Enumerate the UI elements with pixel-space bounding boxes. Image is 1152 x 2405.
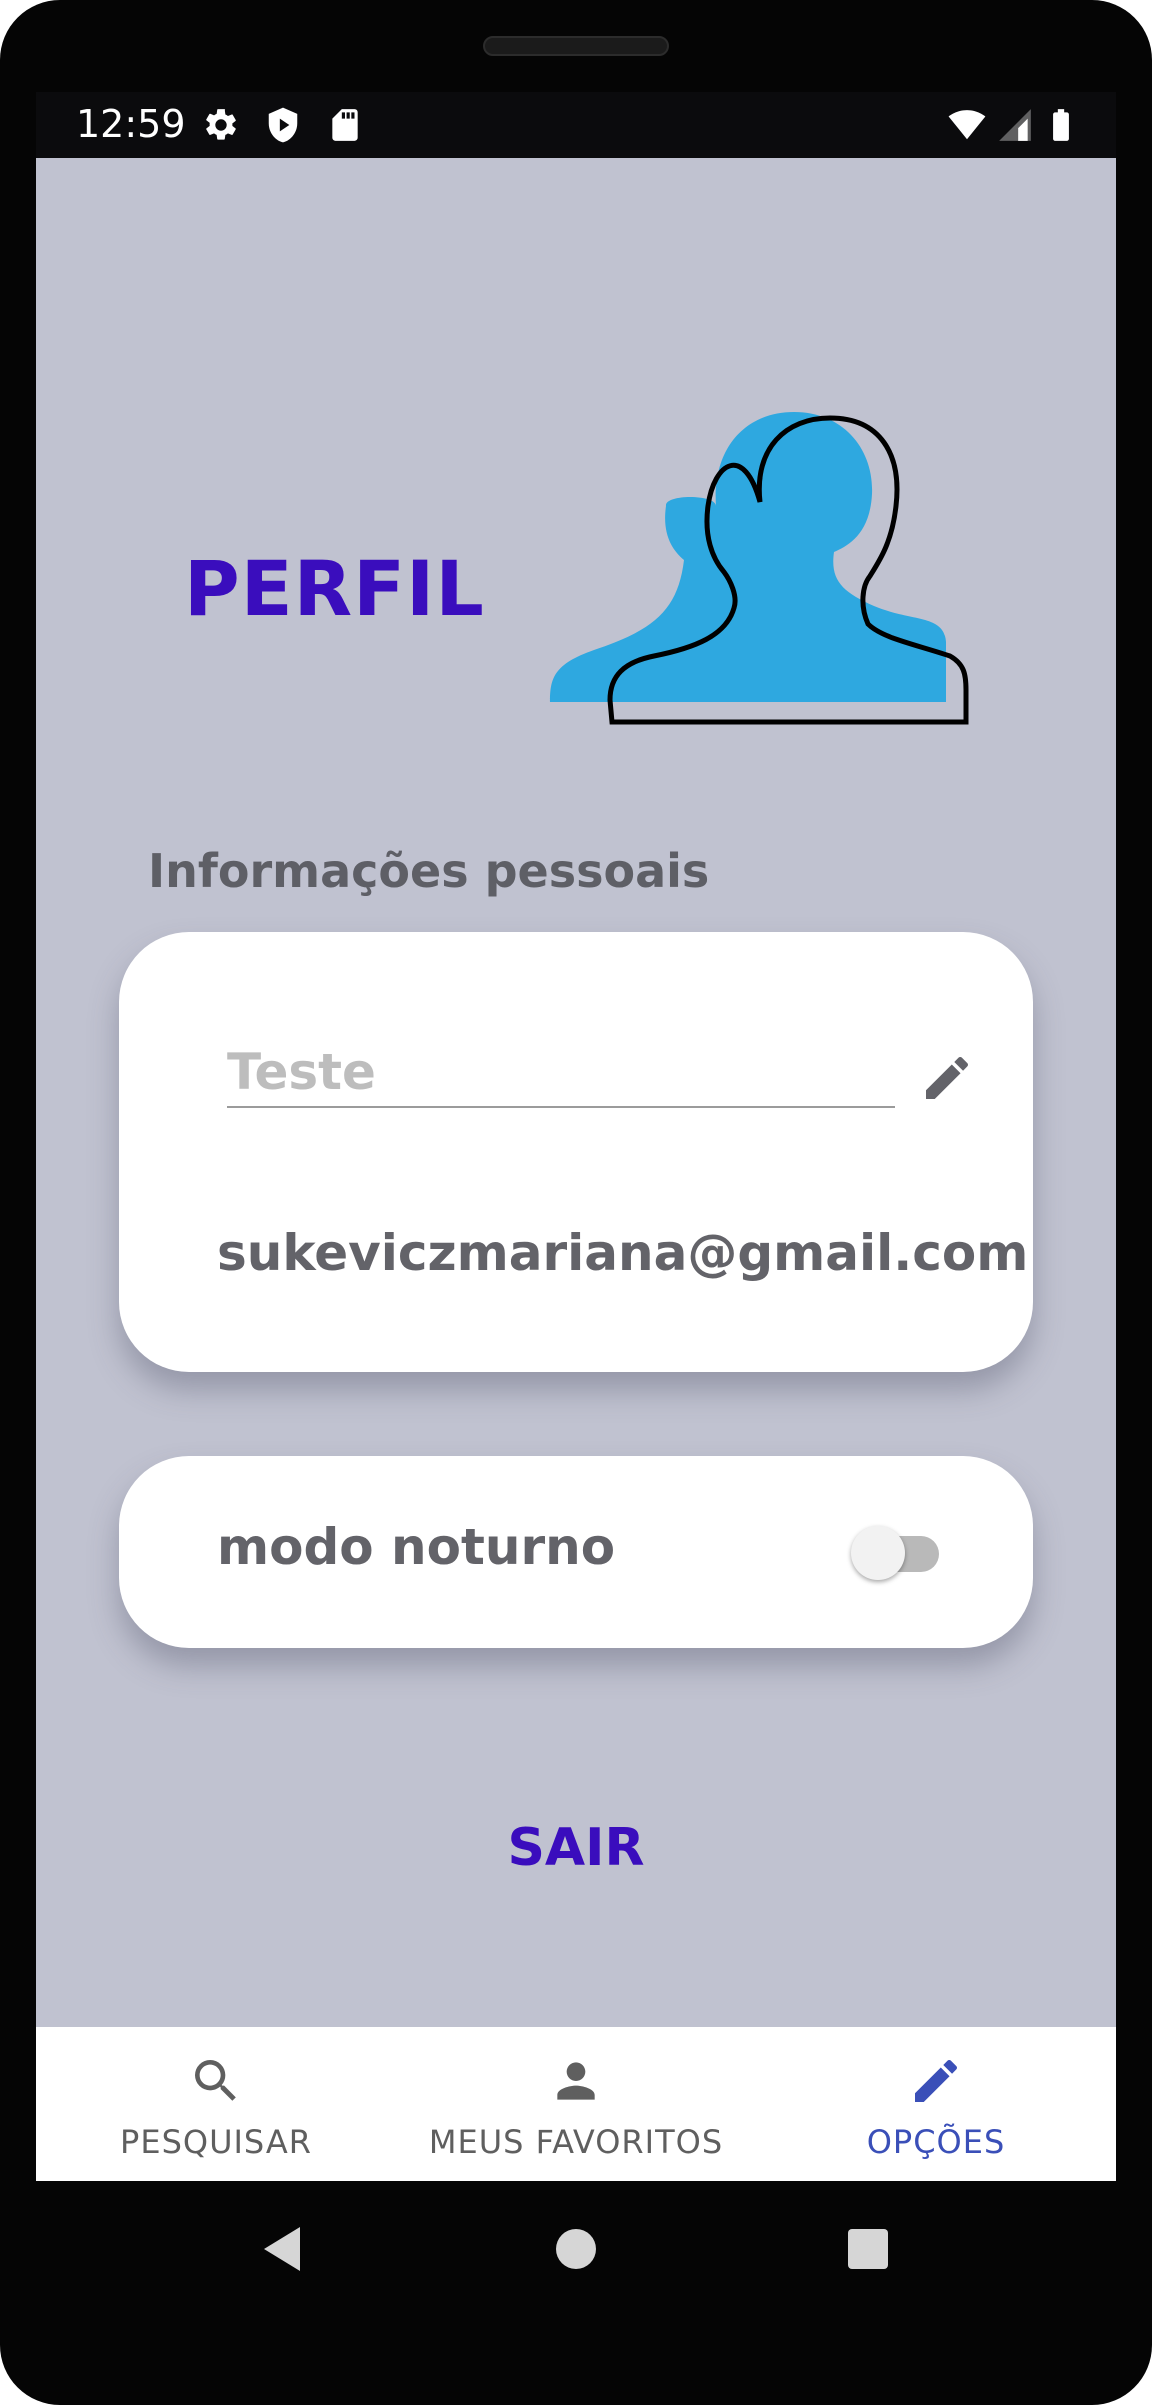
home-icon[interactable] bbox=[546, 2219, 606, 2279]
battery-icon bbox=[1053, 109, 1069, 141]
bottom-navigation: PESQUISAR MEUS FAVORITOS OPÇÕES bbox=[36, 2027, 1116, 2181]
nav-item-favorites[interactable]: MEUS FAVORITOS bbox=[396, 2027, 756, 2181]
nav-item-search[interactable]: PESQUISAR bbox=[36, 2027, 396, 2181]
email-text: sukeviczmariana@gmail.com bbox=[217, 1224, 1029, 1282]
nav-item-options[interactable]: OPÇÕES bbox=[756, 2027, 1116, 2181]
nav-label-search: PESQUISAR bbox=[120, 2123, 312, 2161]
cellular-signal-icon bbox=[999, 109, 1031, 141]
wifi-icon bbox=[948, 110, 986, 140]
system-navigation-bar bbox=[36, 2181, 1116, 2315]
phone-frame: 12:59 PERFIL Informações pessoais Teste … bbox=[0, 0, 1152, 2405]
section-title-personal-info: Informações pessoais bbox=[148, 844, 710, 898]
personal-info-card: sukeviczmariana@gmail.com bbox=[119, 932, 1033, 1372]
shield-play-icon bbox=[268, 107, 298, 143]
pencil-icon[interactable] bbox=[919, 1050, 975, 1106]
toggle-thumb bbox=[851, 1526, 905, 1580]
search-icon bbox=[195, 2060, 236, 2101]
person-silhouette-icon bbox=[550, 412, 969, 725]
status-time: 12:59 bbox=[76, 102, 186, 146]
gear-icon bbox=[206, 109, 236, 140]
night-mode-toggle[interactable] bbox=[851, 1524, 941, 1580]
person-icon bbox=[557, 2062, 595, 2100]
night-mode-label: modo noturno bbox=[217, 1518, 616, 1576]
back-icon[interactable] bbox=[254, 2219, 314, 2279]
logout-button[interactable]: SAIR bbox=[476, 1808, 676, 1888]
recents-icon[interactable] bbox=[838, 2219, 898, 2279]
sd-card-icon bbox=[332, 109, 358, 141]
speaker-grille bbox=[483, 36, 669, 56]
page-title: PERFIL bbox=[184, 544, 485, 633]
night-mode-card: modo noturno bbox=[119, 1456, 1033, 1648]
pencil-icon bbox=[915, 2059, 958, 2102]
nav-label-favorites: MEUS FAVORITOS bbox=[428, 2123, 724, 2161]
nav-label-options: OPÇÕES bbox=[866, 2123, 1006, 2161]
status-bar: 12:59 bbox=[36, 92, 1116, 158]
name-input[interactable] bbox=[227, 1038, 895, 1108]
app-screen: 12:59 PERFIL Informações pessoais Teste … bbox=[36, 92, 1116, 2181]
